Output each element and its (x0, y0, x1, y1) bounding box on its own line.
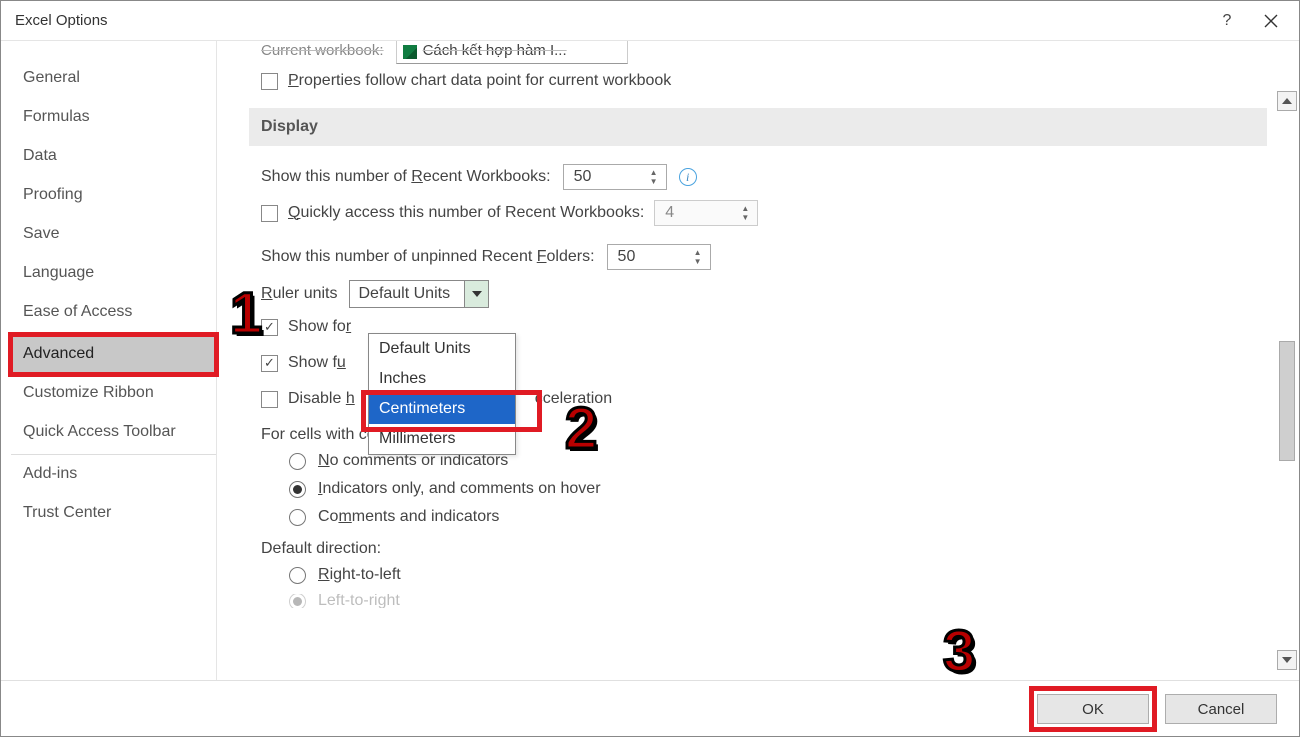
quick-access-label: Quickly access this number of Recent Wor… (288, 204, 644, 222)
radio-indicators-only[interactable] (289, 481, 306, 498)
chevron-down-icon[interactable] (464, 281, 488, 307)
help-icon[interactable]: ? (1205, 1, 1249, 41)
sidebar-item-general[interactable]: General (11, 59, 216, 98)
radio-comments-indicators-label: Comments and indicators (318, 508, 499, 526)
quick-access-checkbox[interactable] (261, 205, 278, 222)
sidebar-item-quick-access-toolbar[interactable]: Quick Access Toolbar (11, 413, 216, 455)
sidebar-item-trust-center[interactable]: Trust Center (11, 494, 216, 533)
cancel-button[interactable]: Cancel (1165, 694, 1277, 724)
sidebar-item-customize-ribbon[interactable]: Customize Ribbon (11, 374, 216, 413)
sidebar-item-ease-of-access[interactable]: Ease of Access (11, 293, 216, 335)
window-title: Excel Options (15, 12, 108, 29)
sidebar-item-language[interactable]: Language (11, 254, 216, 293)
current-workbook-label: Current workbook: (261, 42, 384, 59)
recent-folders-spin[interactable]: 50 ▲▼ (607, 244, 711, 270)
sidebar-item-formulas[interactable]: Formulas (11, 98, 216, 137)
ruler-units-combo[interactable]: Default Units (349, 280, 489, 308)
disable-hw-label: Disable h (288, 390, 355, 408)
show-function-checkbox[interactable] (261, 355, 278, 372)
content-pane: Current workbook: Cách kết hợp hàm I... … (217, 41, 1299, 680)
ruler-option-centimeters[interactable]: Centimeters (369, 394, 515, 424)
ruler-option-millimeters[interactable]: Millimeters (369, 424, 515, 454)
radio-ltr-label: Left-to-right (318, 594, 400, 608)
radio-comments-indicators[interactable] (289, 509, 306, 526)
current-workbook-dropdown[interactable]: Cách kết hợp hàm I... (396, 41, 628, 64)
sidebar-item-data[interactable]: Data (11, 137, 216, 176)
show-formula-label: Show for (288, 318, 351, 336)
radio-no-comments[interactable] (289, 453, 306, 470)
current-workbook-row: Current workbook: Cách kết hợp hàm I... (261, 41, 1267, 64)
titlebar: Excel Options ? (1, 1, 1299, 41)
recent-workbooks-label: Show this number of Recent Workbooks: (261, 168, 551, 186)
spin-buttons-icon[interactable]: ▲▼ (690, 247, 706, 267)
spin-buttons-icon: ▲▼ (737, 203, 753, 223)
disable-hw-label-tail: cceleration (535, 390, 612, 408)
sidebar-item-addins[interactable]: Add-ins (11, 455, 216, 494)
quick-access-spin: 4 ▲▼ (654, 200, 758, 226)
ok-button[interactable]: OK (1037, 694, 1149, 724)
show-formula-checkbox[interactable] (261, 319, 278, 336)
scroll-thumb[interactable] (1279, 341, 1295, 461)
spin-buttons-icon[interactable]: ▲▼ (646, 167, 662, 187)
info-icon[interactable]: i (679, 168, 697, 186)
sidebar: General Formulas Data Proofing Save Lang… (1, 41, 217, 680)
radio-ltr[interactable] (289, 594, 306, 608)
direction-title: Default direction: (261, 540, 1267, 558)
close-icon[interactable] (1249, 1, 1293, 41)
radio-indicators-only-label: Indicators only, and comments on hover (318, 480, 601, 498)
vertical-scrollbar[interactable] (1277, 91, 1297, 670)
ruler-option-inches[interactable]: Inches (369, 364, 515, 394)
sidebar-item-advanced[interactable]: Advanced (11, 335, 216, 374)
radio-rtl-label: Right-to-left (318, 566, 401, 584)
scroll-up-icon[interactable] (1277, 91, 1297, 111)
properties-label: Properties follow chart data point for c… (288, 72, 671, 90)
dialog-footer: OK Cancel (1, 681, 1299, 737)
section-display: Display (249, 108, 1267, 146)
ruler-units-label: Ruler units (261, 285, 337, 303)
ruler-units-dropdown: Default Units Inches Centimeters Millime… (368, 333, 516, 455)
show-function-label: Show fu (288, 354, 346, 372)
sidebar-item-save[interactable]: Save (11, 215, 216, 254)
properties-checkbox[interactable] (261, 73, 278, 90)
recent-workbooks-spin[interactable]: 50 ▲▼ (563, 164, 667, 190)
disable-hw-checkbox[interactable] (261, 391, 278, 408)
radio-rtl[interactable] (289, 567, 306, 584)
sidebar-item-proofing[interactable]: Proofing (11, 176, 216, 215)
ruler-option-default[interactable]: Default Units (369, 334, 515, 364)
scroll-down-icon[interactable] (1277, 650, 1297, 670)
recent-folders-label: Show this number of unpinned Recent Fold… (261, 248, 595, 266)
